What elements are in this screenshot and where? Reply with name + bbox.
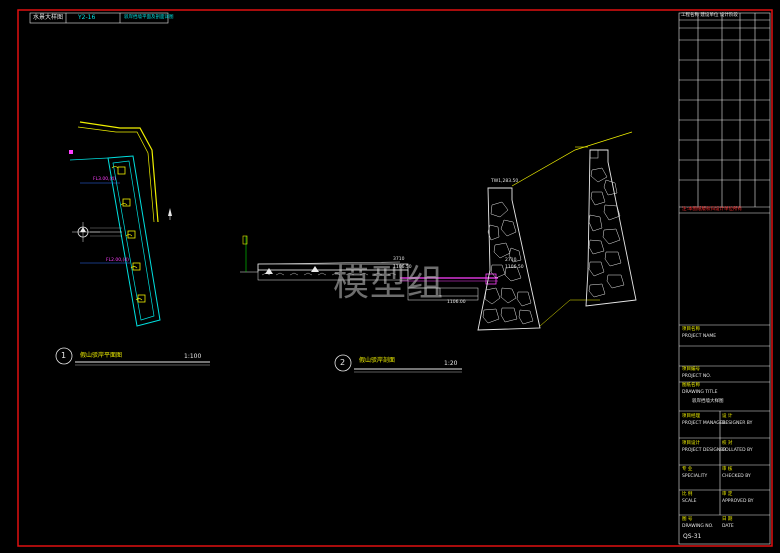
plan-view-scale: 1:100: [184, 353, 202, 360]
tb-specialty-en: SPECIALITY: [682, 474, 708, 479]
section-view-scale: 1:20: [444, 360, 458, 367]
tb-project-no-en: PROJECT NO.: [682, 374, 712, 379]
tb-designer-en: DESIGNER BY: [722, 421, 753, 426]
tb-pm-en: PROJECT MANAGER: [682, 421, 726, 426]
plan-outer-boundary: [79, 121, 159, 223]
tb-drawing-title-cn: 图纸名称: [682, 383, 700, 388]
section-view-number: 2: [340, 358, 346, 367]
watermark: 模型组: [333, 263, 445, 304]
rubble-stones-rear: [588, 167, 625, 298]
tb-pd-cn: 项目设计: [682, 441, 700, 446]
section-dim-1: 2710: [505, 258, 517, 263]
tb-designer-cn: 设 计: [722, 414, 733, 419]
tb-checked-en: CHECKED BY: [722, 474, 751, 479]
tb-collated-cn: 校 对: [722, 441, 733, 446]
tb-scale-en: SCALE: [682, 499, 697, 504]
section-view: [240, 131, 637, 373]
tb-project-no-cn: 项目编号: [682, 367, 700, 372]
header-code: Y2-16: [78, 14, 96, 21]
tb-collated-en: COLLATED BY: [722, 448, 753, 453]
tb-pm-cn: 项目经理: [682, 414, 700, 419]
tb-project-name-en: PROJECT NAME: [682, 334, 717, 339]
slope-line-lower: [539, 299, 600, 327]
tb-checked-cn: 审 核: [722, 467, 733, 472]
tb-drawing-no-cn: 图 号: [682, 517, 693, 522]
tb-approved-cn: 审 定: [722, 492, 733, 497]
tb-specialty-cn: 专 业: [682, 467, 693, 472]
tb-red-note: 注:本图纸版权归设计单位所有: [682, 207, 743, 212]
plan-wall-inner: [112, 160, 155, 321]
tb-header-row: 工程名称 建设单位 设计阶段: [681, 13, 738, 18]
plan-view-title: 假山驳岸平面图: [80, 352, 123, 359]
slope-line-top: [511, 131, 633, 187]
plan-inner-boundary: [77, 126, 155, 223]
tb-drawing-title-en: DRAWING TITLE: [682, 390, 718, 395]
header-label: 水景大样图: [33, 14, 64, 21]
title-block-frame: [678, 12, 771, 545]
tb-pd-en: PROJECT DESIGNER: [682, 448, 727, 453]
tb-project-name-cn: 项目名称: [682, 327, 700, 332]
plan-view-number: 1: [61, 351, 67, 360]
tb-date-en: DATE: [722, 524, 734, 529]
plan-planting: [111, 166, 143, 301]
tb-scale-cn: 比 例: [682, 492, 693, 497]
header-title: 驳岸挡墙平面及剖面详图: [124, 15, 174, 20]
section-dim-2: 1106.50: [505, 265, 524, 270]
tb-date-cn: 日 期: [722, 517, 733, 522]
tb-drawing-title-value: 驳岸挡墙大样图: [692, 399, 724, 404]
tb-drawing-no-en: DRAWING NO.: [682, 524, 714, 529]
tb-drawing-no-value: QS-31: [683, 533, 702, 540]
tb-approved-en: APPROVED BY: [722, 499, 754, 504]
section-elev-low: 1106.00: [447, 300, 466, 305]
plan-elev-bottom: FL2.00,(4): [106, 258, 129, 263]
plan-view: [55, 121, 210, 366]
section-elev-top: TW1,283.50: [491, 179, 519, 184]
plan-elev-top: FL3.00,(4): [93, 177, 116, 182]
section-view-title: 假山驳岸剖面: [359, 357, 396, 364]
retaining-wall-rear: [585, 149, 637, 307]
plan-wall-extension: [69, 157, 109, 161]
